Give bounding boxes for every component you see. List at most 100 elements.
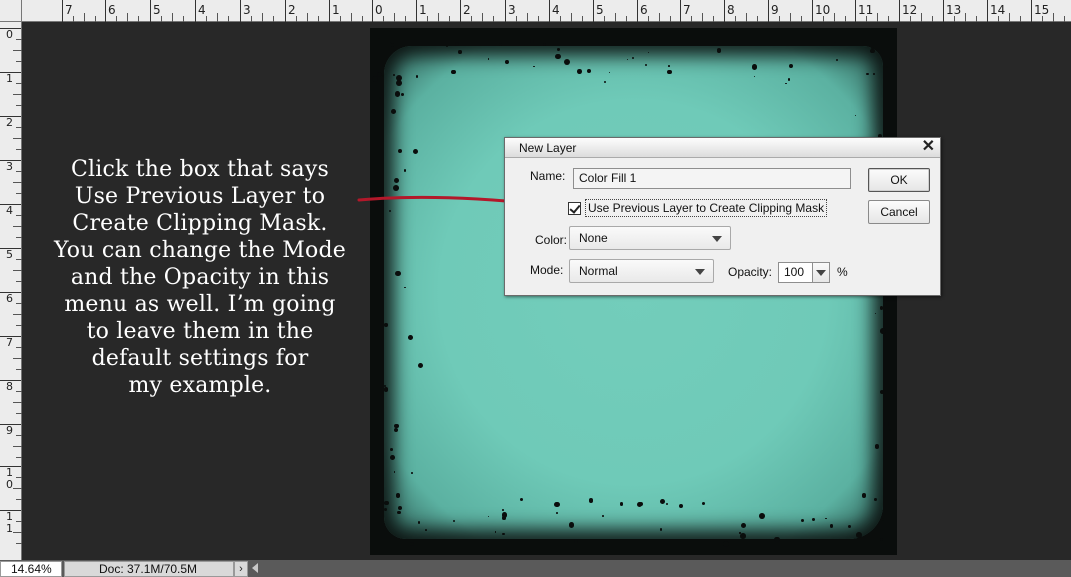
ruler-minor-tick (273, 16, 274, 22)
ruler-minor-tick (16, 39, 22, 40)
ruler-minor-tick (13, 138, 22, 139)
ruler-minor-tick (482, 13, 483, 22)
mode-select[interactable]: Normal (569, 259, 714, 283)
instruction-line: menu as well. I’m going (64, 292, 336, 317)
grunge-speck (378, 37, 381, 40)
ruler-minor-tick (801, 16, 802, 22)
grunge-speck (723, 541, 729, 547)
ruler-minor-tick (16, 215, 22, 216)
new-layer-dialog: New Layer ✕ Name: Color Fill 1 Use Previ… (504, 137, 941, 296)
ruler-minor-tick (427, 16, 428, 22)
ruler-minor-tick (13, 226, 22, 227)
ruler-minor-tick (757, 16, 758, 22)
ruler-minor-tick (228, 16, 229, 22)
grunge-speck (458, 50, 462, 54)
ruler-minor-tick (183, 16, 184, 22)
ruler-minor-tick (262, 13, 263, 22)
grunge-speck (659, 498, 665, 504)
ruler-tick-label: 13 (943, 0, 961, 22)
grunge-speck (425, 528, 428, 531)
ruler-minor-tick (206, 16, 207, 22)
instruction-line: default settings for (91, 346, 309, 371)
ruler-minor-tick (307, 13, 308, 22)
grunge-speck (371, 75, 378, 82)
ruler-minor-tick (405, 16, 406, 22)
status-menu-arrow-icon[interactable]: › (234, 561, 248, 577)
grunge-speck (519, 498, 523, 502)
cancel-button[interactable]: Cancel (868, 200, 930, 224)
ruler-tick-label: 14 (987, 0, 1005, 22)
grunge-speck (602, 515, 605, 517)
ruler-minor-tick (318, 16, 319, 22)
dialog-titlebar[interactable]: New Layer ✕ (505, 138, 940, 158)
ruler-minor-tick (116, 16, 117, 22)
ruler-minor-tick (251, 16, 252, 22)
ruler-minor-tick (13, 50, 22, 51)
zoom-level-field[interactable]: 14.64% (0, 561, 62, 577)
grunge-speck (378, 96, 382, 100)
grunge-speck (390, 43, 395, 47)
grunge-speck (885, 66, 888, 69)
ruler-tick-label: 3 (240, 0, 251, 22)
status-bar: 14.64% Doc: 37.1M/70.5M › (0, 560, 1071, 577)
color-select[interactable]: None (569, 226, 731, 250)
ruler-minor-tick (16, 369, 22, 370)
scroll-left-icon[interactable] (252, 563, 258, 573)
grunge-speck (417, 521, 420, 524)
ruler-tick-label: 3 (505, 0, 516, 22)
grunge-speck (638, 501, 643, 506)
use-previous-layer-checkbox[interactable] (568, 202, 581, 215)
ruler-minor-tick (449, 16, 450, 22)
vertical-ruler[interactable]: 01234567891 01 1 (0, 22, 22, 560)
ruler-minor-tick (13, 532, 22, 533)
color-label: Color: (535, 233, 568, 247)
ruler-minor-tick (394, 13, 395, 22)
ruler-minor-tick (138, 16, 139, 22)
ruler-minor-tick (626, 16, 627, 22)
ruler-minor-tick (1053, 13, 1054, 22)
close-icon[interactable]: ✕ (922, 138, 935, 156)
ruler-minor-tick (16, 457, 22, 458)
grunge-speck (530, 39, 535, 44)
layer-name-input[interactable]: Color Fill 1 (573, 168, 851, 189)
ruler-minor-tick (16, 281, 22, 282)
grunge-speck (389, 454, 395, 460)
grunge-speck (759, 513, 766, 519)
ruler-tick-label: 8 (724, 0, 735, 22)
ruler-minor-tick (746, 13, 747, 22)
ruler-minor-tick (604, 16, 605, 22)
document-size-info: Doc: 37.1M/70.5M (64, 561, 234, 577)
ruler-minor-tick (16, 391, 22, 392)
instruction-line: You can change the Mode (54, 238, 346, 263)
ok-button[interactable]: OK (868, 168, 930, 192)
use-previous-layer-label[interactable]: Use Previous Layer to Create Clipping Ma… (585, 199, 828, 217)
ruler-minor-tick (954, 16, 955, 22)
grunge-speck (869, 48, 875, 54)
ruler-minor-tick (713, 16, 714, 22)
grunge-speck (557, 48, 560, 51)
grunge-speck (784, 82, 787, 85)
dialog-title: New Layer (519, 141, 577, 155)
instruction-line: and the Opacity in this (70, 265, 330, 290)
instruction-line: Use Previous Layer to (74, 184, 326, 209)
instruction-line: Create Clipping Mask. (72, 211, 328, 236)
grunge-speck (774, 536, 780, 543)
ruler-minor-tick (527, 13, 528, 22)
ruler-minor-tick (161, 16, 162, 22)
ruler-minor-tick (790, 13, 791, 22)
ruler-minor-tick (16, 499, 22, 500)
ruler-minor-tick (13, 446, 22, 447)
grunge-speck (417, 362, 423, 368)
horizontal-ruler[interactable]: 7 6 5 4 3 2 1 0 1 2 3 4 5 6 7 8 9 10 11 12 13 14 15 (0, 0, 1071, 22)
ruler-minor-tick (16, 347, 22, 348)
ruler-minor-tick (16, 325, 22, 326)
ruler-minor-tick (932, 16, 933, 22)
grunge-speck (384, 323, 388, 327)
ruler-origin[interactable] (0, 0, 22, 22)
grunge-speck (879, 537, 883, 541)
ruler-minor-tick (13, 270, 22, 271)
opacity-dropdown-button[interactable] (812, 262, 830, 283)
instruction-line: to leave them in the (86, 319, 314, 344)
opacity-input[interactable]: 100 (778, 262, 813, 283)
ruler-tick-label: 4 (549, 0, 560, 22)
